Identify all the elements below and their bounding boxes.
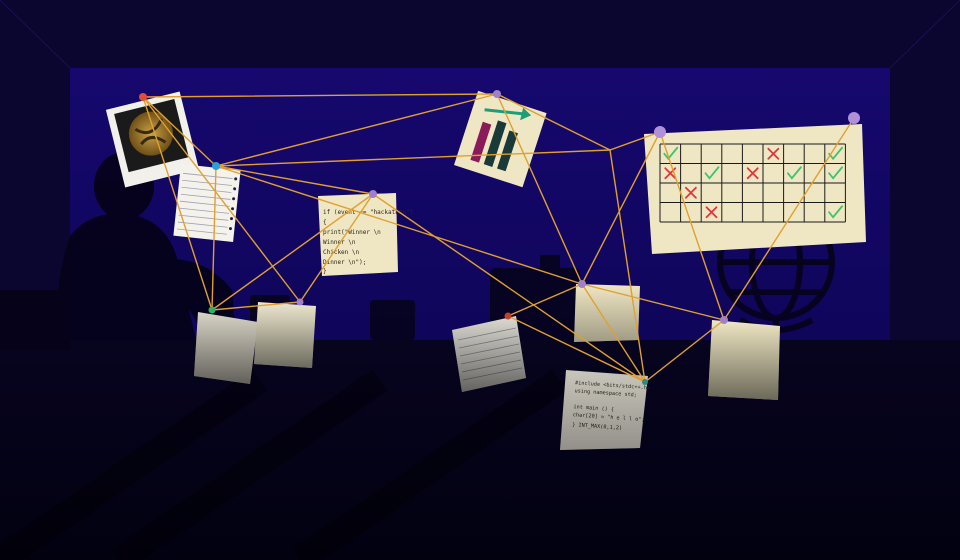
pin-blue-icon (212, 162, 220, 170)
pin-purple-icon (720, 316, 728, 324)
blank-note-right (708, 320, 780, 400)
notebook-page (173, 164, 241, 242)
pin-green-icon (208, 306, 216, 314)
code-note-cpp: #include <bits/stdc++.h> using namespace… (560, 370, 650, 450)
pin-teal-icon (642, 379, 648, 385)
pin-red-icon (139, 93, 147, 101)
checklist-grid-note (644, 124, 866, 254)
code-line: print("Winner \n (323, 229, 381, 236)
detective-board-scene: if (event == "hackathon") { print("Winne… (0, 0, 960, 560)
pin-purple-icon (296, 298, 304, 306)
pin-purple-icon (493, 90, 501, 98)
code-line: Dinner \n"); (323, 259, 366, 266)
pin-purple-icon (578, 280, 586, 288)
pin-red-icon (504, 312, 512, 320)
pin-purple-icon (848, 112, 860, 124)
blank-note-center (574, 284, 640, 342)
code-line: { (323, 219, 327, 226)
grey-note-2 (254, 302, 316, 368)
code-line: } (323, 268, 327, 275)
pin-purple-icon (654, 126, 666, 138)
code-line: Chicken \n (323, 249, 360, 256)
grey-note-1 (194, 312, 258, 384)
pin-purple-icon (369, 190, 377, 198)
